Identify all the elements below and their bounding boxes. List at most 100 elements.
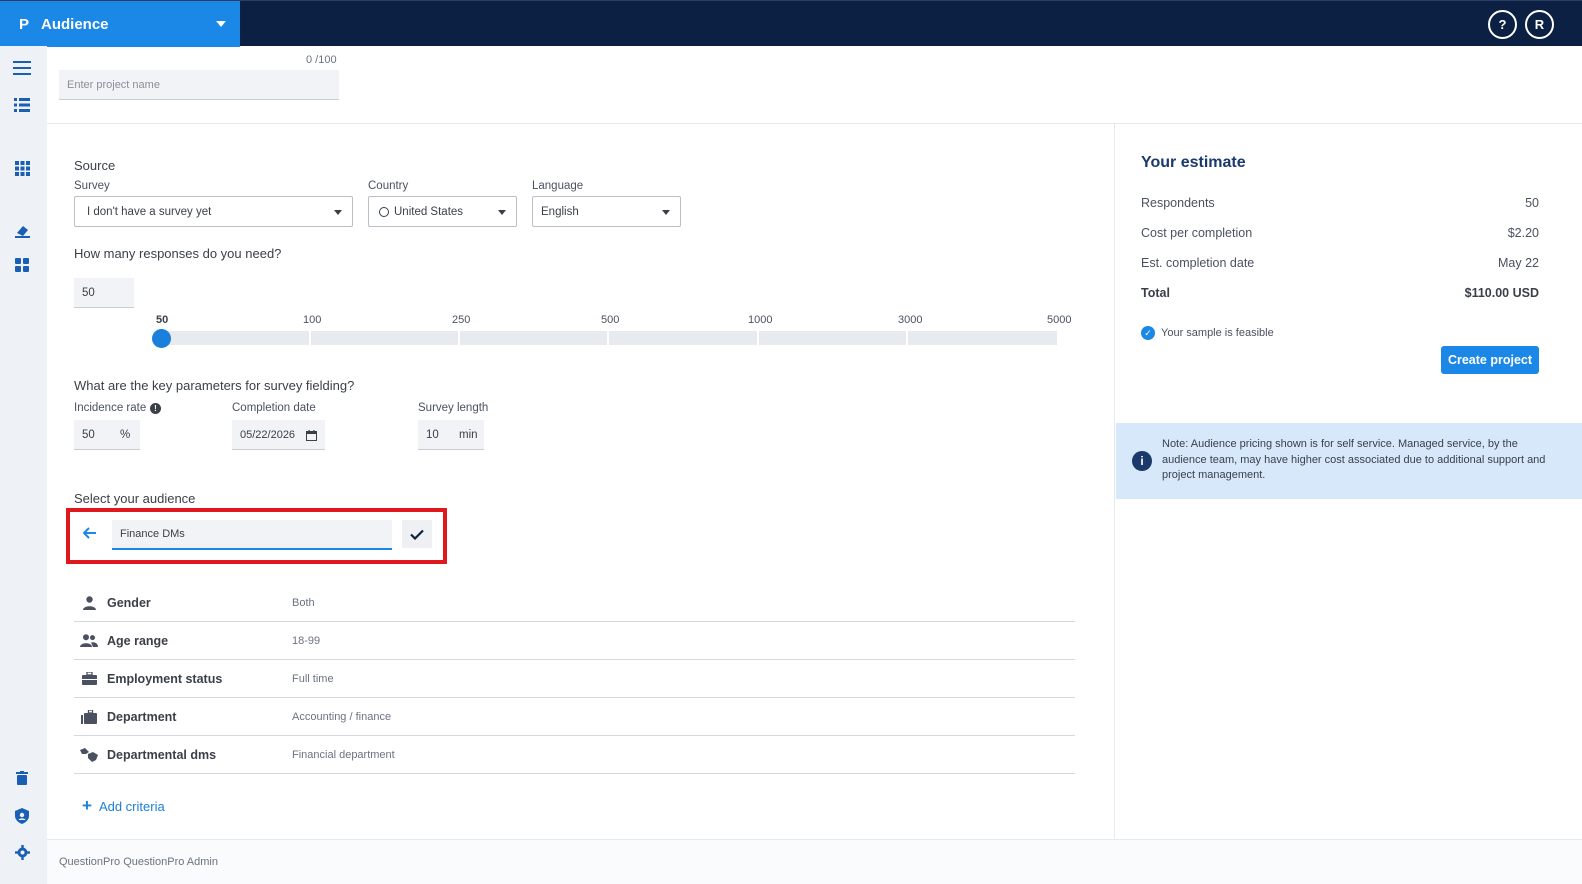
slider-mark: 5000	[1047, 314, 1072, 326]
language-select[interactable]: English	[532, 196, 681, 227]
footer-text: QuestionPro QuestionPro Admin	[59, 856, 218, 868]
char-counter: 0 /100	[306, 54, 337, 66]
parameters-question: What are the key parameters for survey f…	[74, 378, 355, 393]
slider-track-segment[interactable]	[161, 331, 309, 345]
total-label: Total	[1141, 286, 1170, 300]
project-name-row: 0 /100	[47, 46, 1582, 124]
slider-mark: 100	[303, 314, 322, 326]
survey-label: Survey	[74, 180, 110, 192]
apps-grid-icon[interactable]	[13, 159, 31, 177]
responses-input[interactable]: 50	[74, 278, 134, 308]
app-switcher[interactable]: P Audience	[0, 1, 240, 47]
main-area: 0 /100 Source Survey I don't have a surv…	[47, 46, 1582, 884]
criteria-value: Both	[292, 596, 315, 609]
info-icon[interactable]: !	[150, 403, 161, 414]
globe-icon	[379, 206, 389, 217]
criteria-name: Employment status	[107, 671, 223, 686]
table-row[interactable]: Employment status Full time	[74, 660, 1075, 698]
trash-icon[interactable]	[13, 769, 31, 787]
calendar-icon[interactable]	[306, 430, 317, 444]
percent-unit: %	[120, 428, 131, 441]
check-circle-icon: ✓	[1141, 326, 1155, 340]
est-date-label: Est. completion date	[1141, 256, 1255, 270]
slider-track-segment[interactable]	[908, 331, 1057, 345]
briefcase-icon	[80, 670, 98, 688]
completion-date-value: 05/22/2026	[240, 428, 296, 441]
audience-name-input[interactable]: Finance DMs	[112, 520, 392, 550]
incidence-input[interactable]: 50 %	[74, 420, 140, 450]
respondents-value: 50	[1525, 196, 1539, 210]
estimate-panel: Your estimate Respondents 50 Cost per co…	[1116, 124, 1582, 839]
total-value: $110.00 USD	[1464, 286, 1539, 300]
criteria-name: Age range	[107, 633, 169, 648]
add-criteria-label: Add criteria	[98, 798, 165, 814]
slider-mark: 1000	[748, 314, 773, 326]
help-button[interactable]: ?	[1488, 10, 1517, 39]
chevron-down-icon	[662, 210, 670, 215]
sidebar	[0, 46, 47, 884]
shield-user-icon[interactable]	[13, 807, 31, 825]
audience-form: Source Survey I don't have a survey yet …	[47, 124, 1115, 839]
criteria-name: Departmental dms	[107, 747, 217, 762]
project-name-input[interactable]	[59, 70, 339, 100]
audience-title: Select your audience	[74, 491, 196, 506]
table-row[interactable]: Departmental dms Financial department	[74, 736, 1075, 774]
criteria-value: 18-99	[292, 634, 321, 647]
criteria-value: Accounting / finance	[292, 710, 392, 723]
gear-icon[interactable]	[13, 843, 31, 861]
language-select-value: English	[541, 205, 579, 218]
app-title: Audience	[41, 15, 109, 33]
country-select-value: United States	[394, 205, 464, 218]
create-project-button[interactable]: Create project	[1441, 346, 1539, 374]
completion-date-input[interactable]: 05/22/2026	[232, 420, 325, 450]
menu-icon[interactable]	[13, 59, 31, 77]
source-title: Source	[74, 158, 116, 173]
slider-track-segment[interactable]	[759, 331, 906, 345]
department-icon	[80, 708, 98, 726]
respondents-label: Respondents	[1141, 196, 1215, 210]
incidence-label: Incidence rate	[74, 402, 147, 414]
survey-select[interactable]: I don't have a survey yet	[74, 196, 353, 227]
feasible-text: Your sample is feasible	[1161, 327, 1274, 339]
person-icon	[80, 594, 98, 612]
survey-length-value: 10	[426, 428, 439, 441]
feasibility-status: ✓ Your sample is feasible	[1141, 326, 1274, 340]
confirm-check-button[interactable]	[402, 520, 432, 548]
add-criteria-button[interactable]: + Add criteria	[82, 796, 165, 816]
table-row[interactable]: Gender Both	[74, 584, 1075, 622]
chevron-down-icon	[498, 210, 506, 215]
slider-handle[interactable]	[152, 329, 171, 348]
footer: QuestionPro QuestionPro Admin	[47, 839, 1582, 884]
survey-length-input[interactable]: 10 min	[418, 420, 484, 450]
chevron-down-icon	[334, 210, 342, 215]
completion-date-row: Est. completion date May 22	[1141, 256, 1539, 270]
table-row[interactable]: Department Accounting / finance	[74, 698, 1075, 736]
slider-track-segment[interactable]	[460, 331, 607, 345]
completion-date-label: Completion date	[232, 402, 316, 414]
criteria-value: Financial department	[292, 748, 395, 761]
table-row[interactable]: Age range 18-99	[74, 622, 1075, 660]
estimate-title: Your estimate	[1141, 154, 1246, 171]
arrow-left-icon[interactable]	[81, 524, 99, 542]
eraser-icon[interactable]	[13, 222, 31, 240]
criteria-table: Gender Both Age range 18-99 Employment s…	[74, 584, 1075, 774]
country-label: Country	[368, 180, 409, 192]
plus-icon: +	[82, 796, 92, 815]
language-label: Language	[532, 180, 584, 192]
slider-track-segment[interactable]	[609, 331, 757, 345]
respondents-row: Respondents 50	[1141, 196, 1539, 210]
pricing-note-text: Note: Audience pricing shown is for self…	[1162, 438, 1546, 481]
pricing-note: i Note: Audience pricing shown is for se…	[1116, 423, 1582, 499]
slider-track-segment[interactable]	[311, 331, 458, 345]
cost-value: $2.20	[1507, 226, 1539, 240]
user-avatar-button[interactable]: R	[1525, 10, 1554, 39]
country-select[interactable]: United States	[368, 196, 517, 227]
slider-mark: 500	[601, 314, 620, 326]
people-icon	[80, 632, 98, 650]
handshake-icon	[80, 746, 98, 764]
slider-mark: 250	[452, 314, 471, 326]
dashboard-icon[interactable]	[13, 256, 31, 274]
responses-question: How many responses do you need?	[74, 246, 282, 261]
list-icon[interactable]	[13, 96, 31, 114]
survey-select-value: I don't have a survey yet	[87, 205, 212, 218]
